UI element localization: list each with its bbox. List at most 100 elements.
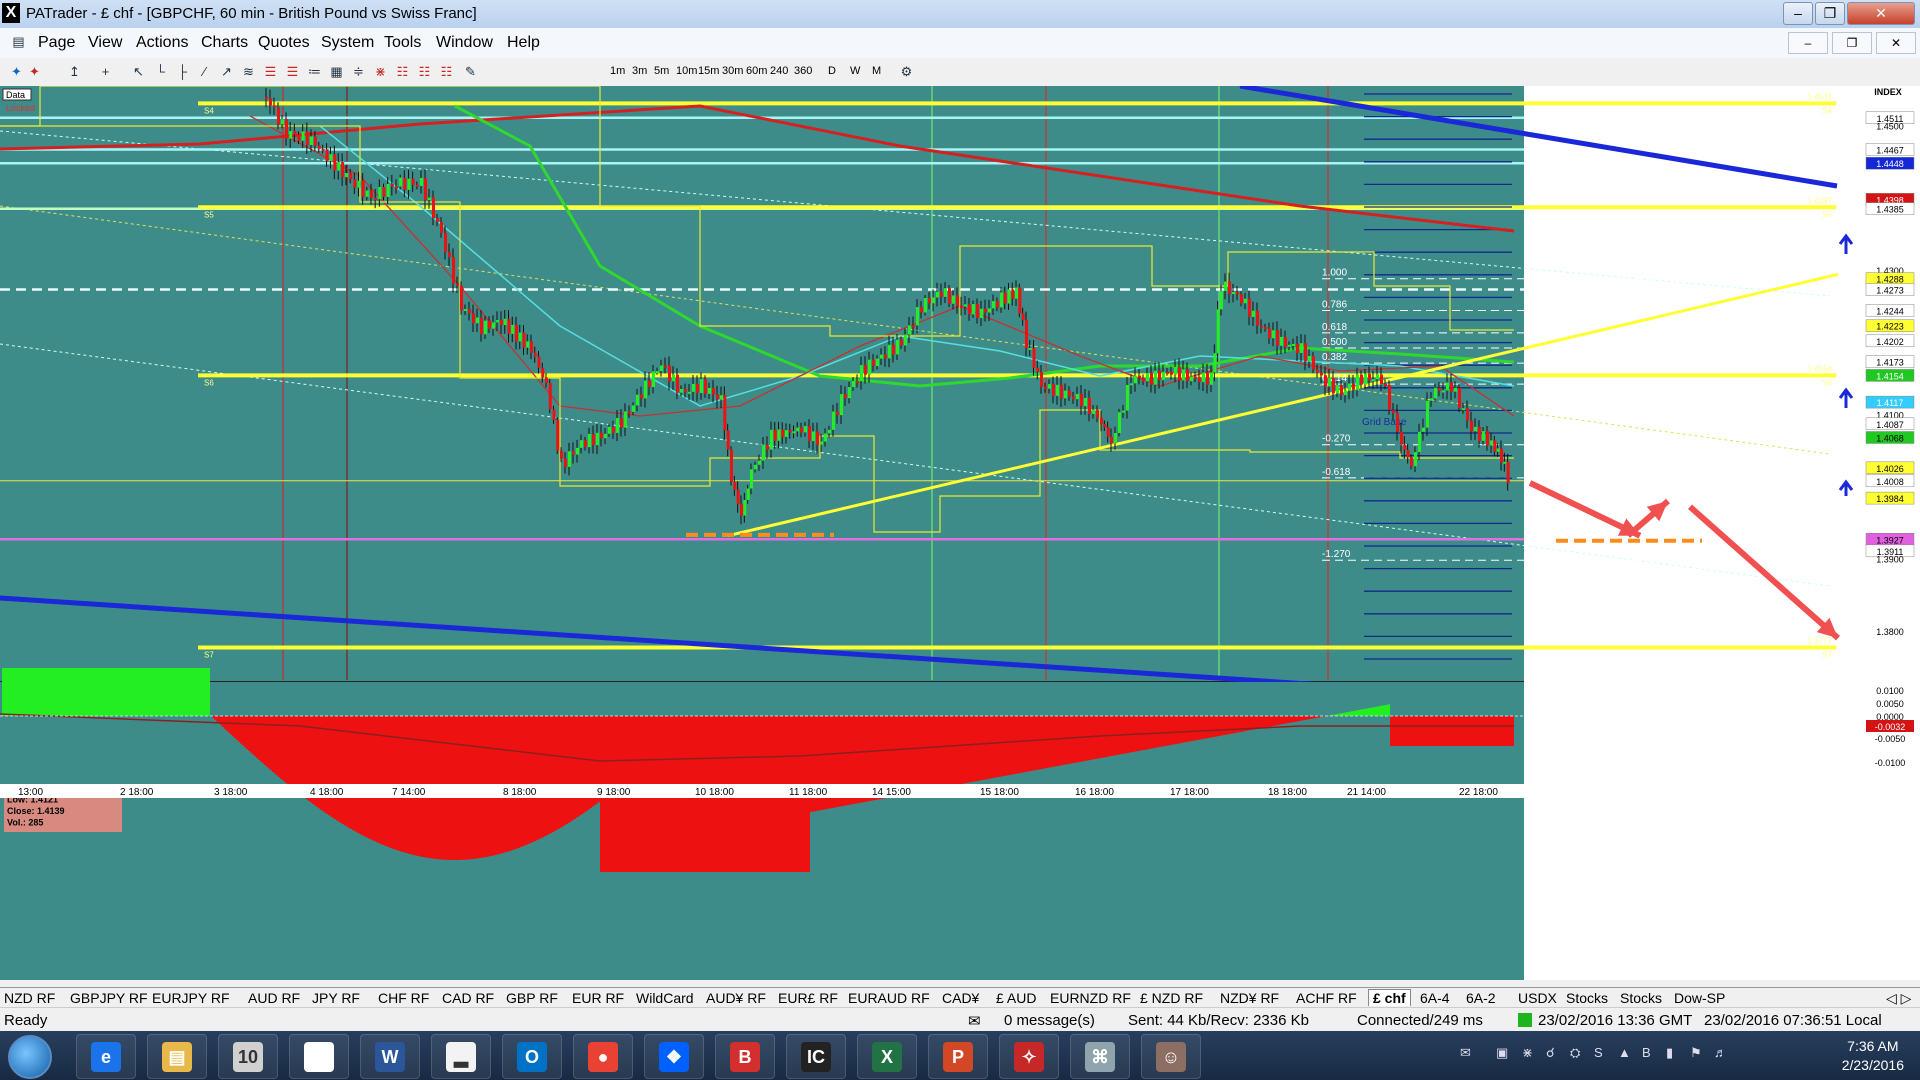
tab-3[interactable]: AUD RF bbox=[248, 990, 300, 1006]
menu-view[interactable]: View bbox=[88, 34, 122, 52]
tab-22[interactable]: USDX bbox=[1518, 990, 1557, 1006]
eagle-app-icon[interactable]: ✧ bbox=[999, 1034, 1059, 1079]
network-tray-icon[interactable]: ☌ bbox=[1546, 1045, 1555, 1061]
outlook-icon[interactable]: O bbox=[502, 1034, 562, 1079]
calendar-icon[interactable]: 10 bbox=[218, 1034, 278, 1079]
tab-18[interactable]: ACHF RF bbox=[1296, 990, 1357, 1006]
network-signal-icon[interactable]: ▮ bbox=[1666, 1045, 1673, 1061]
price-chart-panel[interactable]: S4 1.4531 S4 S5 1.4387 S5 S6 1.4154 S6 S7 1.3777 S7… bbox=[0, 83, 1920, 980]
word-icon[interactable]: W bbox=[360, 1034, 420, 1079]
tf-1m[interactable]: 1m bbox=[610, 65, 625, 77]
tf-10m[interactable]: 10m bbox=[676, 65, 697, 77]
outlook-tray-icon[interactable]: ▣ bbox=[1496, 1045, 1508, 1061]
arc-tool-icon[interactable]: ≑ bbox=[350, 63, 367, 80]
link-red-icon[interactable]: ✦ bbox=[26, 63, 43, 80]
app-logo-icon[interactable]: X bbox=[2, 3, 20, 23]
menu-quotes[interactable]: Quotes bbox=[258, 34, 310, 52]
tab-8[interactable]: EUR RF bbox=[572, 990, 624, 1006]
b-app-icon[interactable]: B bbox=[715, 1034, 775, 1079]
fib-ext-tool-icon[interactable]: ☰ bbox=[284, 63, 301, 80]
chart-app-icon[interactable]: ▂ bbox=[431, 1034, 491, 1079]
tf-15m[interactable]: 15m bbox=[698, 65, 719, 77]
menu-page[interactable]: Page bbox=[38, 34, 75, 52]
ic-app-icon[interactable]: IC bbox=[786, 1034, 846, 1079]
fib-tool-icon[interactable]: ☰ bbox=[262, 63, 279, 80]
fan-tool-icon[interactable]: ≔ bbox=[306, 63, 323, 80]
tf-daily[interactable]: D bbox=[828, 65, 836, 77]
tf-3m[interactable]: 3m bbox=[632, 65, 647, 77]
channel-tool-icon[interactable]: ≋ bbox=[240, 63, 257, 80]
powerpoint-icon[interactable]: P bbox=[928, 1034, 988, 1079]
tab-11[interactable]: EUR£ RF bbox=[778, 990, 838, 1006]
volume-icon[interactable]: ♬ bbox=[1714, 1045, 1727, 1060]
grid-tool-icon[interactable]: ▦ bbox=[328, 63, 345, 80]
tf-30m[interactable]: 30m bbox=[722, 65, 743, 77]
cycle-tool-icon[interactable]: ☷ bbox=[438, 63, 455, 80]
trendline-tool-icon[interactable]: ∕ bbox=[196, 63, 213, 80]
tf-360[interactable]: 360 bbox=[794, 65, 812, 77]
blank-window-icon[interactable] bbox=[289, 1034, 349, 1079]
page-menu-icon[interactable]: ▤ bbox=[10, 33, 27, 50]
pen-tool-icon[interactable]: ✎ bbox=[462, 63, 479, 80]
tab-20[interactable]: 6A-4 bbox=[1420, 990, 1450, 1006]
taskbar-clock[interactable]: 7:36 AM 2/23/2016 bbox=[1842, 1037, 1904, 1075]
tab-6[interactable]: CAD RF bbox=[442, 990, 494, 1006]
people-icon[interactable]: ☺ bbox=[1141, 1034, 1201, 1079]
tab-16[interactable]: £ NZD RF bbox=[1140, 990, 1203, 1006]
tf-weekly[interactable]: W bbox=[850, 65, 860, 77]
tf-monthly[interactable]: M bbox=[872, 65, 881, 77]
tab-24[interactable]: Stocks bbox=[1620, 990, 1662, 1006]
tf-60m[interactable]: 60m bbox=[746, 65, 767, 77]
tab-12[interactable]: EURAUD RF bbox=[848, 990, 930, 1006]
tab-4[interactable]: JPY RF bbox=[312, 990, 360, 1006]
mac-app-icon[interactable]: ⌘ bbox=[1070, 1034, 1130, 1079]
tab-1[interactable]: GBPJPY RF bbox=[70, 990, 148, 1006]
tab-5[interactable]: CHF RF bbox=[378, 990, 429, 1006]
tf-5m[interactable]: 5m bbox=[654, 65, 669, 77]
mdi-restore-button[interactable]: ❐ bbox=[1832, 32, 1872, 54]
tab-scroll-arrows-icon[interactable]: ◁ ▷ bbox=[1886, 990, 1911, 1007]
mdi-close-button[interactable]: ✕ bbox=[1876, 32, 1916, 54]
menu-actions[interactable]: Actions bbox=[136, 34, 188, 52]
menu-system[interactable]: System bbox=[321, 34, 374, 52]
start-button[interactable] bbox=[8, 1035, 52, 1079]
settings-gear-icon[interactable]: ⚙ bbox=[898, 63, 915, 80]
menu-tools[interactable]: Tools bbox=[384, 34, 421, 52]
ie-icon[interactable]: e bbox=[76, 1034, 136, 1079]
pointer-icon[interactable]: ↖ bbox=[130, 63, 147, 80]
dropbox-icon[interactable]: ❖ bbox=[644, 1034, 704, 1079]
explorer-icon[interactable]: ▤ bbox=[147, 1034, 207, 1079]
text-tool-icon[interactable]: ☷ bbox=[394, 63, 411, 80]
b-tray-icon[interactable]: B bbox=[1642, 1045, 1651, 1060]
tab-0[interactable]: NZD RF bbox=[4, 990, 55, 1006]
tab-10[interactable]: AUD¥ RF bbox=[706, 990, 766, 1006]
mdi-minimize-button[interactable]: – bbox=[1788, 32, 1828, 54]
tf-240[interactable]: 240 bbox=[770, 65, 788, 77]
tab-19[interactable]: £ chf bbox=[1368, 989, 1411, 1006]
mail-tray-icon[interactable]: ✉ bbox=[1460, 1045, 1471, 1061]
menu-help[interactable]: Help bbox=[507, 34, 540, 52]
hline-tool-icon[interactable]: └ bbox=[152, 63, 169, 80]
bluetooth-icon[interactable]: ⋇ bbox=[1522, 1045, 1533, 1061]
tab-25[interactable]: Dow-SP bbox=[1674, 990, 1725, 1006]
marker-tool-icon[interactable]: ☷ bbox=[416, 63, 433, 80]
vline-tool-icon[interactable]: ├ bbox=[174, 63, 191, 80]
crosshair-icon[interactable]: + bbox=[97, 63, 114, 80]
restore-button[interactable]: ❐ bbox=[1815, 2, 1845, 25]
menu-charts[interactable]: Charts bbox=[201, 34, 248, 52]
chart-canvas[interactable]: S4 1.4531 S4 S5 1.4387 S5 S6 1.4154 S6 S7 1.3777 S7… bbox=[0, 83, 1920, 980]
usb-tray-icon[interactable]: ▲ bbox=[1618, 1045, 1631, 1060]
security-tray-icon[interactable]: ⛭ bbox=[1570, 1045, 1580, 1061]
tab-13[interactable]: CAD¥ bbox=[942, 990, 979, 1006]
tab-23[interactable]: Stocks bbox=[1566, 990, 1608, 1006]
tab-17[interactable]: NZD¥ RF bbox=[1220, 990, 1279, 1006]
tab-21[interactable]: 6A-2 bbox=[1466, 990, 1496, 1006]
minimize-button[interactable]: – bbox=[1783, 2, 1813, 25]
pitchfork-tool-icon[interactable]: ⋇ bbox=[372, 63, 389, 80]
close-button[interactable]: ✕ bbox=[1847, 2, 1915, 25]
skype-tray-icon[interactable]: S bbox=[1594, 1045, 1603, 1060]
link-blue-icon[interactable]: ✦ bbox=[8, 63, 25, 80]
tab-7[interactable]: GBP RF bbox=[506, 990, 558, 1006]
tab-15[interactable]: EURNZD RF bbox=[1050, 990, 1131, 1006]
chrome-icon[interactable]: ● bbox=[573, 1034, 633, 1079]
